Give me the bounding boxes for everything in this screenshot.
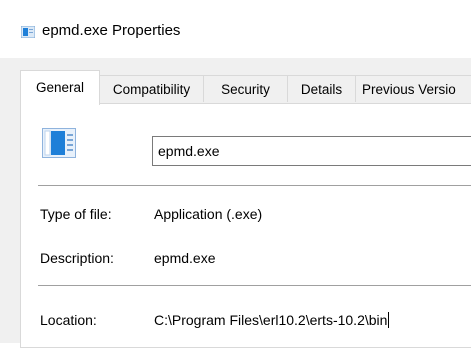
tab-label: General xyxy=(35,80,85,95)
text-cursor xyxy=(388,312,390,328)
location-value-container[interactable]: C:\Program Files\erl10.2\erts-10.2\bin xyxy=(154,312,390,328)
divider xyxy=(38,185,471,186)
divider xyxy=(38,285,471,286)
window-title: epmd.exe Properties xyxy=(42,22,181,39)
title-bar[interactable]: epmd.exe Properties xyxy=(0,0,471,58)
type-of-file-label: Type of file: xyxy=(40,206,112,222)
location-value[interactable]: C:\Program Files\erl10.2\erts-10.2\bin xyxy=(154,312,387,328)
tab-label: Security xyxy=(221,82,270,97)
tab-security[interactable]: Security xyxy=(203,75,288,102)
tab-label: Compatibility xyxy=(112,82,191,97)
tab-previous-versions[interactable]: Previous Versio xyxy=(355,75,471,102)
application-icon xyxy=(42,128,76,158)
description-value: epmd.exe xyxy=(154,250,216,266)
tab-compatibility[interactable]: Compatibility xyxy=(99,75,204,102)
tab-general[interactable]: General xyxy=(20,70,100,105)
tab-details[interactable]: Details xyxy=(287,75,356,102)
type-of-file-value: Application (.exe) xyxy=(154,206,263,222)
file-name-field[interactable] xyxy=(152,136,471,166)
tab-label: Details xyxy=(300,82,343,97)
description-label: Description: xyxy=(40,250,114,266)
location-label: Location: xyxy=(40,312,97,328)
window-icon xyxy=(21,26,35,38)
tab-strip: General Compatibility Security Details P… xyxy=(20,70,471,105)
tab-label: Previous Versio xyxy=(362,82,456,97)
